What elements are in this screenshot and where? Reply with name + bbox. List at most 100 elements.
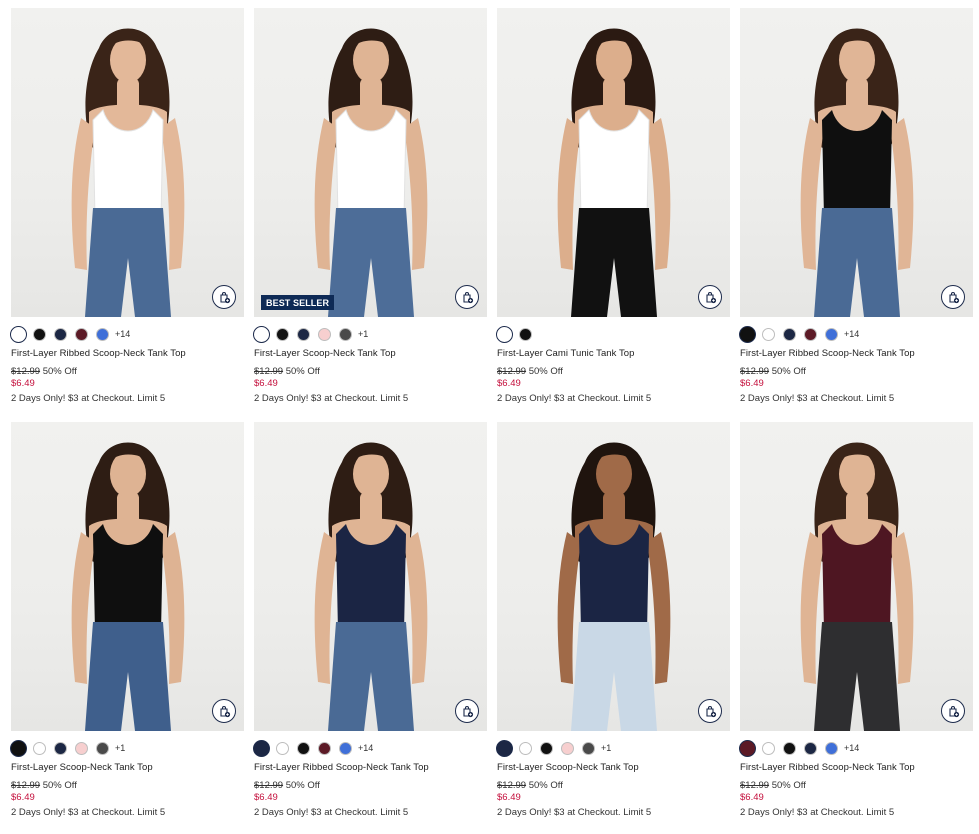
price-row: $12.99 50% Off [254, 366, 487, 378]
add-to-bag-button[interactable] [698, 285, 722, 309]
color-swatch[interactable] [54, 327, 67, 341]
color-swatch[interactable] [75, 327, 88, 341]
color-swatch[interactable] [276, 327, 289, 341]
color-swatch[interactable] [561, 741, 574, 755]
add-to-bag-button[interactable] [212, 699, 236, 723]
product-image[interactable]: BEST SELLER [254, 8, 487, 317]
color-swatch[interactable] [96, 741, 109, 755]
product-card[interactable]: +1 First-Layer Scoop-Neck Tank Top $12.9… [10, 422, 244, 834]
color-swatch[interactable] [276, 741, 289, 755]
promo-text: 2 Days Only! $3 at Checkout. Limit 5 [11, 393, 166, 404]
color-swatch[interactable] [10, 739, 27, 757]
product-card[interactable]: BEST SELLER +1 First-Layer Scoop-Neck Ta… [253, 8, 487, 422]
color-swatch[interactable] [10, 325, 27, 343]
color-swatches: +1 [253, 325, 487, 343]
color-swatch[interactable] [75, 741, 88, 755]
color-swatch[interactable] [804, 741, 817, 755]
product-name[interactable]: First-Layer Scoop-Neck Tank Top [497, 762, 730, 773]
color-swatch[interactable] [339, 741, 352, 755]
product-card[interactable]: +14 First-Layer Ribbed Scoop-Neck Tank T… [739, 8, 973, 422]
product-image[interactable] [11, 8, 244, 317]
model-photo [800, 442, 914, 731]
color-swatch[interactable] [519, 327, 532, 341]
sale-price: $6.49 [11, 792, 35, 803]
product-card[interactable]: +14 First-Layer Ribbed Scoop-Neck Tank T… [253, 422, 487, 834]
color-swatch[interactable] [739, 739, 756, 757]
original-price: $12.99 [740, 780, 770, 791]
product-name[interactable]: First-Layer Scoop-Neck Tank Top [254, 348, 487, 359]
product-image[interactable] [11, 422, 244, 731]
color-swatch[interactable] [54, 741, 67, 755]
color-swatch[interactable] [318, 741, 331, 755]
product-name[interactable]: First-Layer Ribbed Scoop-Neck Tank Top [740, 762, 973, 773]
color-swatch[interactable] [762, 741, 775, 755]
color-swatch[interactable] [297, 741, 310, 755]
product-image[interactable] [497, 8, 730, 317]
more-colors-link[interactable]: +14 [844, 743, 859, 753]
product-card[interactable]: First-Layer Cami Tunic Tank Top $12.99 5… [496, 8, 730, 422]
product-card[interactable]: +14 First-Layer Ribbed Scoop-Neck Tank T… [739, 422, 973, 834]
product-image[interactable] [254, 422, 487, 731]
price-row: $12.99 50% Off [497, 366, 730, 378]
color-swatches: +14 [739, 739, 973, 757]
more-colors-link[interactable]: +14 [844, 329, 859, 339]
color-swatch[interactable] [96, 327, 109, 341]
product-name[interactable]: First-Layer Cami Tunic Tank Top [497, 348, 730, 359]
product-card[interactable]: +14 First-Layer Ribbed Scoop-Neck Tank T… [10, 8, 244, 422]
discount-label: 50% Off [528, 366, 563, 377]
product-name[interactable]: First-Layer Ribbed Scoop-Neck Tank Top [740, 348, 973, 359]
more-colors-link[interactable]: +14 [115, 329, 130, 339]
color-swatch[interactable] [339, 327, 352, 341]
color-swatches: +14 [253, 739, 487, 757]
color-swatches: +1 [496, 739, 730, 757]
color-swatch[interactable] [783, 741, 796, 755]
add-to-bag-button[interactable] [212, 285, 236, 309]
product-image[interactable] [740, 8, 973, 317]
color-swatch[interactable] [33, 327, 46, 341]
color-swatch[interactable] [253, 325, 270, 343]
color-swatch[interactable] [825, 327, 838, 341]
sale-price: $6.49 [254, 378, 278, 389]
more-colors-link[interactable]: +14 [358, 743, 373, 753]
product-name[interactable]: First-Layer Ribbed Scoop-Neck Tank Top [11, 348, 244, 359]
color-swatch[interactable] [519, 741, 532, 755]
add-to-bag-button[interactable] [941, 285, 965, 309]
color-swatch[interactable] [318, 327, 331, 341]
color-swatches: +14 [10, 325, 244, 343]
add-to-bag-button[interactable] [455, 285, 479, 309]
promo-text: 2 Days Only! $3 at Checkout. Limit 5 [254, 807, 409, 818]
sale-price: $6.49 [740, 378, 764, 389]
color-swatch[interactable] [804, 327, 817, 341]
product-image[interactable] [740, 422, 973, 731]
add-to-bag-button[interactable] [941, 699, 965, 723]
color-swatch[interactable] [496, 325, 513, 343]
product-image[interactable] [497, 422, 730, 731]
product-name[interactable]: First-Layer Scoop-Neck Tank Top [11, 762, 244, 773]
product-name[interactable]: First-Layer Ribbed Scoop-Neck Tank Top [254, 762, 487, 773]
shopping-bag-plus-icon [948, 291, 959, 303]
add-to-bag-button[interactable] [698, 699, 722, 723]
color-swatch[interactable] [33, 741, 46, 755]
more-colors-link[interactable]: +1 [358, 329, 368, 339]
color-swatches: +14 [739, 325, 973, 343]
original-price: $12.99 [11, 366, 41, 377]
sale-price: $6.49 [254, 792, 278, 803]
add-to-bag-button[interactable] [455, 699, 479, 723]
product-grid: +14 First-Layer Ribbed Scoop-Neck Tank T… [10, 8, 973, 834]
color-swatch[interactable] [253, 739, 270, 757]
color-swatch[interactable] [739, 325, 756, 343]
color-swatch[interactable] [582, 741, 595, 755]
color-swatch[interactable] [496, 739, 513, 757]
promo-text: 2 Days Only! $3 at Checkout. Limit 5 [11, 807, 166, 818]
more-colors-link[interactable]: +1 [601, 743, 611, 753]
sale-price: $6.49 [740, 792, 764, 803]
color-swatch[interactable] [762, 327, 775, 341]
color-swatch[interactable] [540, 741, 553, 755]
sale-price: $6.49 [497, 792, 521, 803]
color-swatch[interactable] [825, 741, 838, 755]
product-card[interactable]: +1 First-Layer Scoop-Neck Tank Top $12.9… [496, 422, 730, 834]
original-price: $12.99 [254, 780, 284, 791]
more-colors-link[interactable]: +1 [115, 743, 125, 753]
color-swatch[interactable] [297, 327, 310, 341]
color-swatch[interactable] [783, 327, 796, 341]
